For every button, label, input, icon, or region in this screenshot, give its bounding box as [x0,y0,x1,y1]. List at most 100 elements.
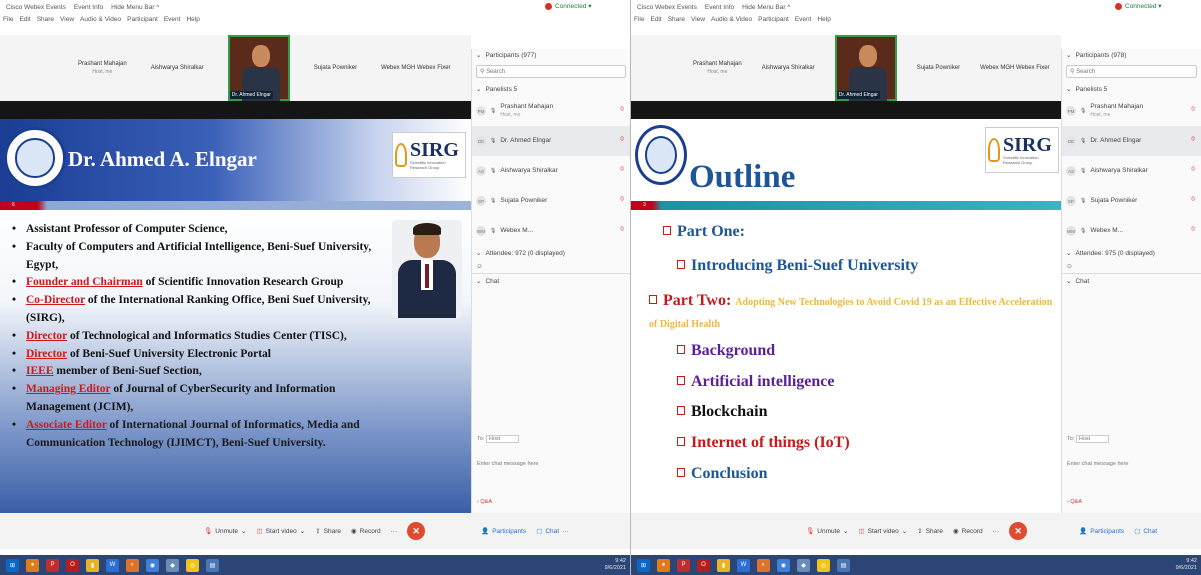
folder-icon[interactable]: ▮ [86,558,99,572]
chat-header[interactable]: ⌄ Chat [1062,274,1201,288]
panelist-item[interactable]: AS 🎙 Aishwarya Shiralkar ⦸ [1062,156,1201,186]
unmute-button[interactable]: 🎙 Unmute ⌄ [204,527,246,536]
powerpoint-icon[interactable]: P [46,558,59,572]
app-icon[interactable]: ◎ [817,558,830,572]
video-tile[interactable]: Aishwarya Shiralkar [762,64,815,72]
panelists-header[interactable]: ⌄ Panelists 5 [472,82,630,96]
panelist-item[interactable]: WM 🎙 Webex M... ⦸ [472,216,630,246]
participant-search-input[interactable]: ⚲ Search [1066,65,1197,78]
app-icon[interactable]: ▤ [837,558,850,572]
video-tile[interactable]: Sujata Powniker [917,64,960,72]
firefox-icon[interactable]: ● [657,558,670,572]
menu-event[interactable]: Event [164,16,181,28]
app-icon[interactable]: ◆ [166,558,179,572]
chat-input[interactable]: Enter chat message here [1062,461,1201,467]
menu-file[interactable]: File [634,16,644,28]
title-hide-menu[interactable]: Hide Menu Bar ^ [111,4,159,11]
system-clock[interactable]: 9:42 9/6/2021 [605,558,626,572]
firefox-icon[interactable]: ● [26,558,39,572]
chrome-icon[interactable]: ◉ [777,558,790,572]
menu-edit[interactable]: Edit [19,16,30,28]
menu-participant[interactable]: Participant [758,16,789,28]
connection-status[interactable]: Connected ▾ [545,2,592,10]
more-button[interactable]: ··· [993,528,1000,535]
menu-file[interactable]: File [3,16,13,28]
menu-audio-video[interactable]: Audio & Video [80,16,121,28]
attendee-filter[interactable]: ☺ [1062,260,1201,274]
more-button[interactable]: ··· [391,528,398,535]
app-icon[interactable]: ▤ [206,558,219,572]
system-clock[interactable]: 9:42 9/6/2021 [1176,558,1197,572]
participants-header[interactable]: ⌄ Participants (978) [1062,49,1201,61]
video-tile[interactable]: Aishwarya Shiralkar [151,64,204,72]
participant-search-input[interactable]: ⚲ Search [476,65,626,78]
participants-button[interactable]: 👤 Participants [1079,527,1124,536]
app-icon[interactable]: ◐ [126,558,139,572]
end-call-icon[interactable]: ✕ [1009,522,1028,540]
panelists-header[interactable]: ⌄ Panelists 5 [1062,82,1201,96]
chat-to-select[interactable]: To: Host [1062,435,1201,443]
word-icon[interactable]: W [106,558,119,572]
folder-icon[interactable]: ▮ [717,558,730,572]
powerpoint-icon[interactable]: P [677,558,690,572]
record-button[interactable]: ◉ Record [953,527,983,536]
opera-icon[interactable]: O [697,558,710,572]
start-video-button[interactable]: ◫ Start video ⌄ [256,527,305,536]
attendees-header[interactable]: ⌄ Attendee: 975 (0 displayed) [1062,246,1201,260]
panelist-item[interactable]: AS 🎙 Aishwarya Shiralkar ⦸ [472,156,630,186]
chat-button[interactable]: ▢ Chat [1134,527,1157,536]
share-button[interactable]: ⇪ Share [315,527,341,536]
start-icon[interactable]: ⊞ [637,558,650,572]
panelist-item[interactable]: DE 🎙 Dr. Ahmed Elngar ⦸ [472,126,630,156]
panelist-item[interactable]: WM 🎙 Webex M... ⦸ [1062,216,1201,246]
participants-header[interactable]: ⌄ Participants (977) [472,49,630,61]
menu-view[interactable]: View [60,16,74,28]
video-tile[interactable]: Webex MGH Webex Fixer [980,64,1049,72]
video-tile[interactable]: Sujata Powniker [314,64,357,72]
connection-status[interactable]: Connected ▾ [1115,2,1162,10]
record-button[interactable]: ◉ Record [351,527,381,536]
menu-audio-video[interactable]: Audio & Video [711,16,752,28]
menu-participant[interactable]: Participant [127,16,158,28]
app-icon[interactable]: ◎ [186,558,199,572]
chat-button[interactable]: ▢ Chat ··· [536,527,568,536]
opera-icon[interactable]: O [66,558,79,572]
panelist-item[interactable]: SP 🎙 Sujata Powniker ⦸ [1062,186,1201,216]
qa-header[interactable]: › Q&A [472,499,630,505]
unmute-button[interactable]: 🎙 Unmute ⌄ [806,527,848,536]
panelist-item[interactable]: DE 🎙 Dr. Ahmed Elngar ⦸ [1062,126,1201,156]
participants-button[interactable]: 👤 Participants [481,527,526,536]
end-call-icon[interactable]: ✕ [407,522,426,540]
menu-share[interactable]: Share [37,16,54,28]
chat-to-select[interactable]: To: Host [472,435,630,443]
menu-help[interactable]: Help [186,16,199,28]
title-event-info[interactable]: Event Info [74,4,103,11]
start-video-button[interactable]: ◫ Start video ⌄ [858,527,907,536]
chat-header[interactable]: ⌄ Chat [472,274,630,288]
panelist-item[interactable]: PM 🎙 Prashant Mahajan Host, me ⦸ [1062,96,1201,126]
menu-view[interactable]: View [691,16,705,28]
attendee-filter[interactable]: ☺ [472,260,630,274]
menu-event[interactable]: Event [795,16,812,28]
title-hide-menu[interactable]: Hide Menu Bar ^ [742,4,790,11]
video-tile[interactable]: Prashant Mahajan Host, me [78,60,127,76]
qa-header[interactable]: › Q&A [1062,499,1201,505]
word-icon[interactable]: W [737,558,750,572]
menu-help[interactable]: Help [817,16,830,28]
panelist-item[interactable]: PM 🎙 Prashant Mahajan Host, me ⦸ [472,96,630,126]
active-speaker-video[interactable]: Dr. Ahmed Elngar [834,35,897,101]
chrome-icon[interactable]: ◉ [146,558,159,572]
video-tile[interactable]: Prashant Mahajan Host, me [693,60,742,76]
chat-input[interactable]: Enter chat message here [472,461,630,467]
app-icon[interactable]: ◆ [797,558,810,572]
menu-share[interactable]: Share [668,16,685,28]
video-tile[interactable]: Webex MGH Webex Fixer [381,64,450,72]
attendees-header[interactable]: ⌄ Attendee: 972 (0 displayed) [472,246,630,260]
active-speaker-video[interactable]: Dr. Ahmed Elngar [227,35,290,101]
panelist-item[interactable]: SP 🎙 Sujata Powniker ⦸ [472,186,630,216]
start-icon[interactable]: ⊞ [6,558,19,572]
menu-edit[interactable]: Edit [650,16,661,28]
app-icon[interactable]: ◐ [757,558,770,572]
title-event-info[interactable]: Event Info [705,4,734,11]
share-button[interactable]: ⇪ Share [917,527,943,536]
